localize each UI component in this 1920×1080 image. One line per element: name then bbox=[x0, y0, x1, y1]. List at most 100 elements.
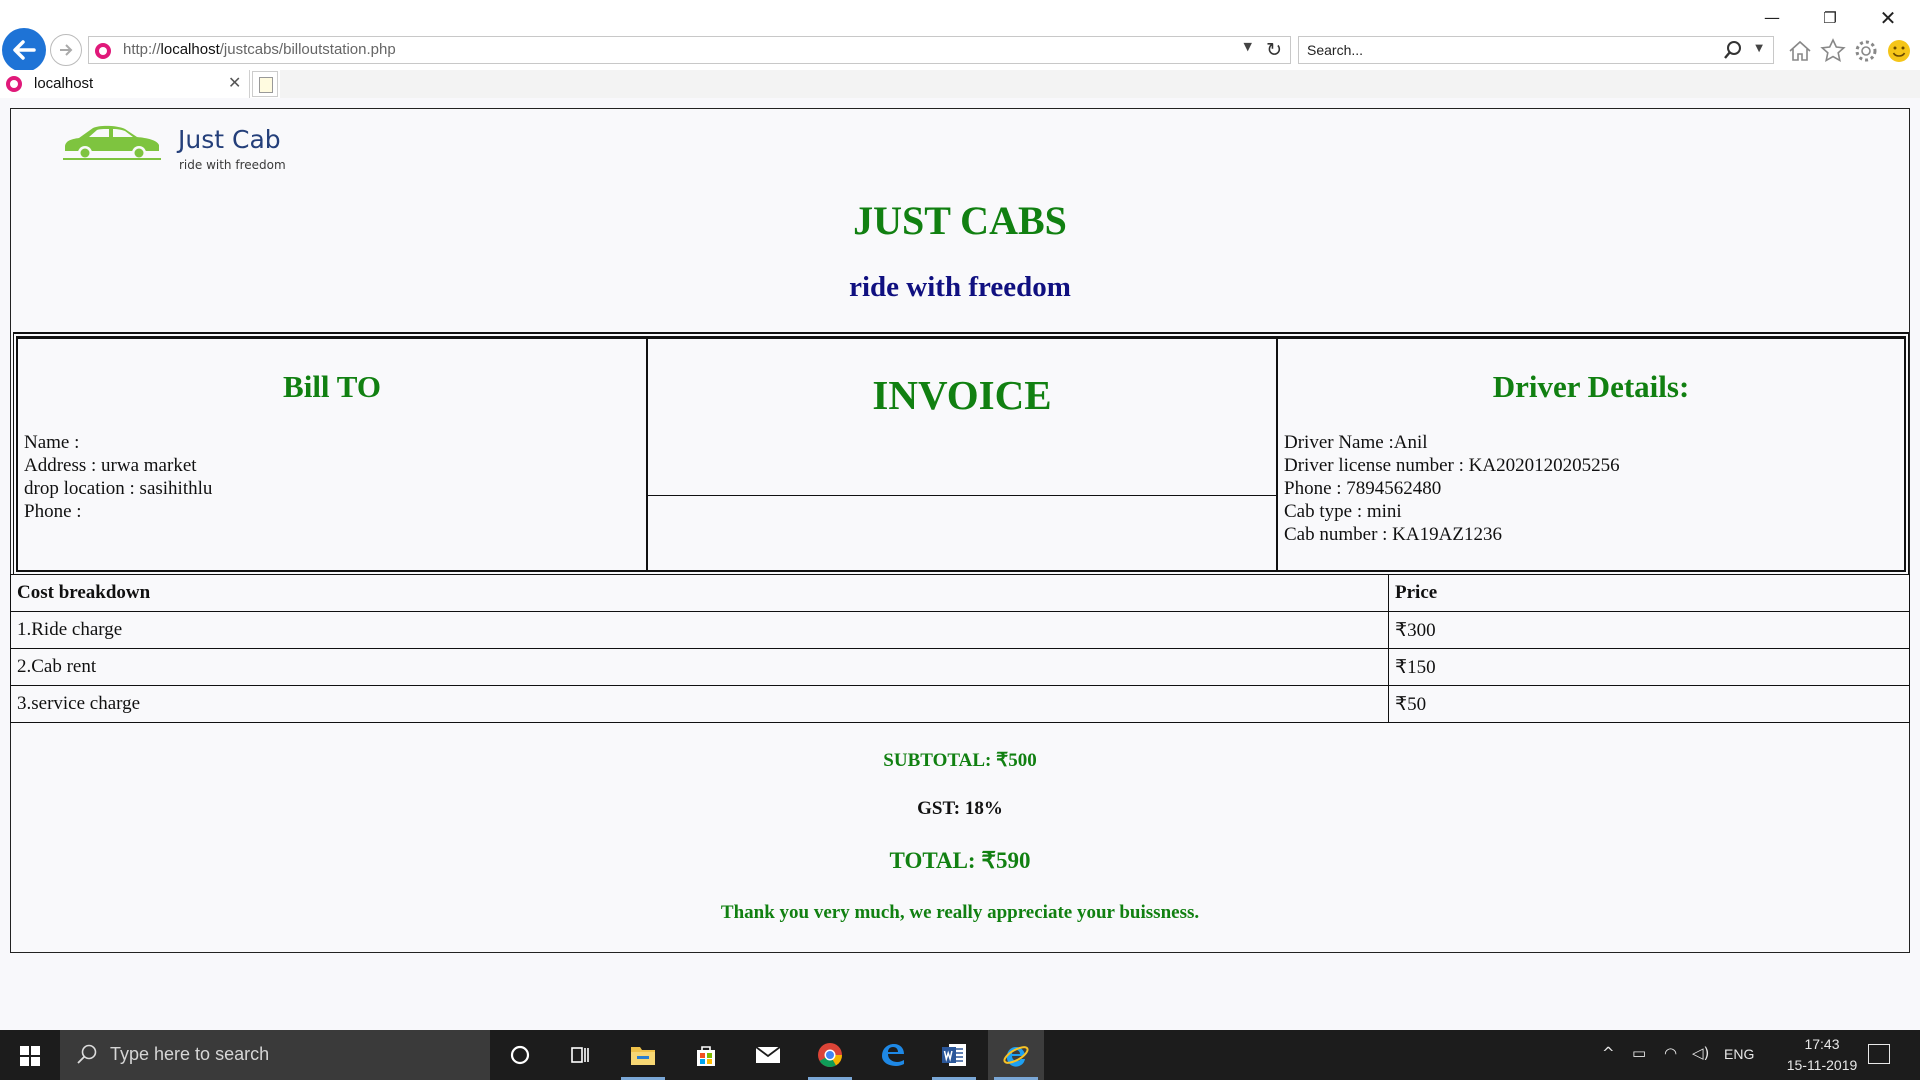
file-explorer-icon bbox=[631, 1047, 655, 1065]
mail-button[interactable] bbox=[740, 1030, 796, 1080]
browser-chrome: — ❐ ✕ http://localhost/justcabs/billouts… bbox=[0, 0, 1920, 98]
tab-label: localhost bbox=[34, 75, 94, 92]
clock-date[interactable]: 15-11-2019 bbox=[1768, 1057, 1876, 1073]
volume-icon[interactable]: ◁) bbox=[1692, 1044, 1709, 1062]
feedback-smiley-icon[interactable] bbox=[1885, 37, 1913, 65]
taskbar-search-input[interactable]: Type here to search bbox=[60, 1030, 490, 1080]
tray-chevron-up-icon[interactable]: ^ bbox=[1602, 1044, 1615, 1062]
search-icon bbox=[77, 1044, 97, 1064]
word-button[interactable] bbox=[926, 1030, 982, 1080]
cost-price: ₹50 bbox=[1388, 685, 1910, 723]
driver-details: Driver Name :Anil Driver license number … bbox=[1284, 431, 1620, 546]
arrow-left-icon bbox=[13, 40, 36, 60]
address-bar[interactable]: http://localhost/justcabs/billoutstation… bbox=[88, 36, 1291, 64]
bill-to-phone: Phone : bbox=[24, 501, 82, 522]
mail-icon bbox=[755, 1046, 781, 1063]
cost-breakdown-table: Cost breakdown Price 1.Ride charge ₹300 … bbox=[10, 574, 1910, 723]
cost-price: ₹300 bbox=[1388, 611, 1910, 649]
taskbar-search-placeholder: Type here to search bbox=[110, 1044, 270, 1064]
tab-strip bbox=[280, 70, 1920, 98]
back-button[interactable] bbox=[2, 28, 46, 72]
cortana-icon bbox=[510, 1045, 530, 1065]
gst-rate: GST: 18% bbox=[917, 798, 1003, 819]
logo-name: Just Cab bbox=[178, 125, 281, 154]
cost-price: ₹150 bbox=[1388, 648, 1910, 686]
driver-details-cell: Driver Details: Driver Name :Anil Driver… bbox=[1277, 338, 1905, 571]
page-title: JUST CABS bbox=[853, 198, 1067, 243]
bill-to-cell: Bill TO Name : Address : urwa market dro… bbox=[17, 338, 647, 571]
thank-you-message: Thank you very much, we really appreciat… bbox=[720, 902, 1200, 923]
grand-total: TOTAL: ₹590 bbox=[889, 848, 1031, 873]
start-button[interactable] bbox=[0, 1030, 60, 1080]
column-header-cost: Cost breakdown bbox=[10, 574, 1389, 612]
windows-logo-icon bbox=[20, 1046, 40, 1066]
subtotal: SUBTOTAL: ₹500 bbox=[883, 750, 1037, 771]
edge-button[interactable] bbox=[864, 1030, 920, 1080]
new-tab-button[interactable] bbox=[252, 71, 278, 97]
cortana-button[interactable] bbox=[492, 1030, 548, 1080]
cost-item: 3.service charge bbox=[10, 685, 1389, 723]
driver-license: Driver license number : KA2020120205256 bbox=[1284, 455, 1620, 476]
task-view-icon bbox=[571, 1047, 589, 1063]
invoice-cell: INVOICE bbox=[647, 338, 1277, 571]
gear-icon[interactable] bbox=[1852, 37, 1880, 65]
cab-number: Cab number : KA19AZ1236 bbox=[1284, 524, 1502, 545]
address-url[interactable]: http://localhost/justcabs/billoutstation… bbox=[123, 41, 396, 58]
cost-item: 2.Cab rent bbox=[10, 648, 1389, 686]
arrow-right-icon bbox=[60, 44, 73, 56]
notification-center-icon[interactable] bbox=[1868, 1044, 1890, 1064]
favorites-star-icon[interactable] bbox=[1819, 37, 1847, 65]
bill-to-name: Name : bbox=[24, 432, 80, 453]
battery-icon[interactable]: ▭ bbox=[1632, 1044, 1646, 1062]
column-header-price: Price bbox=[1388, 574, 1910, 612]
refresh-icon[interactable]: ↻ bbox=[1266, 39, 1282, 61]
table-row: 3.service charge ₹50 bbox=[10, 685, 1910, 723]
bill-to-details: Name : Address : urwa market drop locati… bbox=[24, 431, 212, 523]
driver-phone: Phone : 7894562480 bbox=[1284, 478, 1442, 499]
store-button[interactable] bbox=[678, 1030, 734, 1080]
clock-time[interactable]: 17:43 bbox=[1790, 1036, 1854, 1052]
table-header-row: Cost breakdown Price bbox=[10, 574, 1910, 612]
page-viewport: Just Cab ride with freedom JUST CABS rid… bbox=[0, 98, 1920, 1030]
tab-close-icon[interactable]: ✕ bbox=[228, 73, 241, 92]
search-dropdown-icon[interactable]: ▼ bbox=[1755, 43, 1763, 54]
word-icon bbox=[942, 1044, 966, 1066]
restore-button[interactable]: ❐ bbox=[1810, 6, 1850, 30]
car-logo-icon bbox=[63, 125, 161, 160]
taskbar: Type here to search ^ ▭ ◠ ◁) ENG 17:43 1… bbox=[0, 1030, 1920, 1080]
file-explorer-button[interactable] bbox=[615, 1030, 671, 1080]
close-window-button[interactable]: ✕ bbox=[1868, 6, 1908, 30]
minimize-button[interactable]: — bbox=[1752, 6, 1792, 30]
invoice-header-table: Bill TO Name : Address : urwa market dro… bbox=[13, 332, 1909, 575]
bill-to-heading: Bill TO bbox=[283, 369, 381, 404]
chrome-button[interactable] bbox=[802, 1030, 858, 1080]
invoice-title-box: INVOICE bbox=[648, 339, 1276, 496]
table-row: 1.Ride charge ₹300 bbox=[10, 611, 1910, 649]
chrome-icon bbox=[818, 1043, 842, 1068]
search-icon[interactable] bbox=[1723, 40, 1743, 60]
store-icon bbox=[697, 1046, 715, 1066]
bill-to-drop-location: drop location : sasihithlu bbox=[24, 478, 213, 499]
driver-heading: Driver Details: bbox=[1492, 369, 1690, 404]
task-view-button[interactable] bbox=[552, 1030, 608, 1080]
internet-explorer-icon bbox=[1003, 1046, 1029, 1067]
input-language[interactable]: ENG bbox=[1724, 1046, 1754, 1062]
bill-to-address: Address : urwa market bbox=[24, 455, 197, 476]
address-dropdown-icon[interactable]: ▼ bbox=[1244, 40, 1252, 53]
edge-icon bbox=[882, 1044, 904, 1066]
forward-button[interactable] bbox=[50, 34, 82, 66]
table-row: 2.Cab rent ₹150 bbox=[10, 648, 1910, 686]
wifi-icon[interactable]: ◠ bbox=[1664, 1044, 1677, 1062]
internet-explorer-button[interactable] bbox=[988, 1030, 1044, 1080]
invoice-heading: INVOICE bbox=[872, 372, 1052, 418]
tab-localhost[interactable]: localhost ✕ bbox=[0, 70, 250, 98]
cost-item: 1.Ride charge bbox=[10, 611, 1389, 649]
search-input[interactable]: Search... ▼ bbox=[1298, 36, 1774, 64]
home-icon[interactable] bbox=[1786, 37, 1814, 65]
search-placeholder: Search... bbox=[1307, 42, 1364, 58]
driver-name: Driver Name :Anil bbox=[1284, 432, 1428, 453]
logo: Just Cab ride with freedom bbox=[63, 119, 293, 172]
tab-favicon-icon bbox=[6, 76, 22, 92]
cab-type: Cab type : mini bbox=[1284, 501, 1402, 522]
page-subtitle: ride with freedom bbox=[849, 271, 1071, 303]
